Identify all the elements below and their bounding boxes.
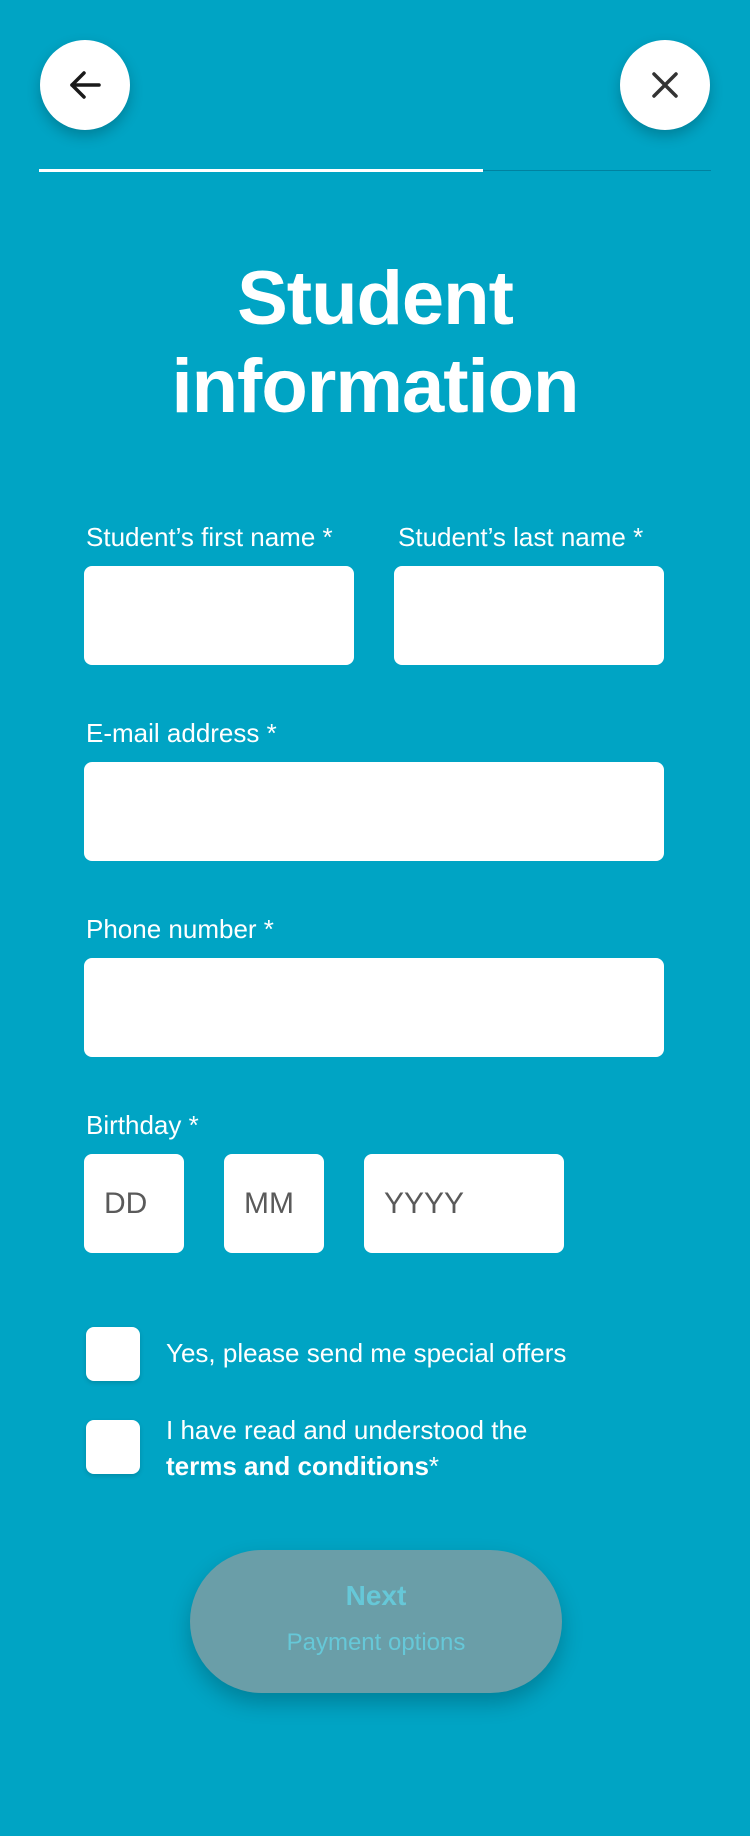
progress-bar [39,169,711,172]
birthday-label: Birthday * [86,1110,199,1140]
last-name-label: Student’s last name * [398,522,644,552]
next-button[interactable]: Next Payment options [190,1550,562,1693]
last-name-field[interactable] [394,566,664,665]
next-button-label: Next [345,1580,407,1611]
offers-checkbox[interactable] [86,1327,140,1381]
birthday-month-field[interactable] [224,1154,324,1253]
terms-text: I have read and understood the [166,1415,528,1445]
terms-link[interactable]: terms and conditions [166,1451,429,1481]
terms-checkbox[interactable] [86,1420,140,1474]
offers-text: Yes, please send me special offers [166,1338,567,1368]
phone-label: Phone number * [86,914,274,944]
first-name-label: Student’s first name * [86,522,333,552]
back-button[interactable] [40,40,130,130]
offers-checkbox-label: Yes, please send me special offers [166,1335,566,1371]
terms-required-mark: * [428,1451,440,1481]
page-title-line1: Student [237,256,514,341]
birthday-day-field[interactable] [84,1154,184,1253]
birthday-year-field[interactable] [364,1154,564,1253]
page-title: Student information [0,255,750,431]
email-field[interactable] [84,762,664,861]
phone-field[interactable] [84,958,664,1057]
close-icon [652,72,678,98]
close-button[interactable] [620,40,710,130]
arrow-left-icon [70,71,101,99]
progress-bar-fill [39,169,483,172]
page-title-line2: information [171,344,580,429]
next-button-sublabel: Payment options [286,1629,466,1656]
terms-checkbox-label: I have read and understood the terms and… [166,1412,527,1484]
first-name-field[interactable] [84,566,354,665]
email-label: E-mail address * [86,718,277,748]
